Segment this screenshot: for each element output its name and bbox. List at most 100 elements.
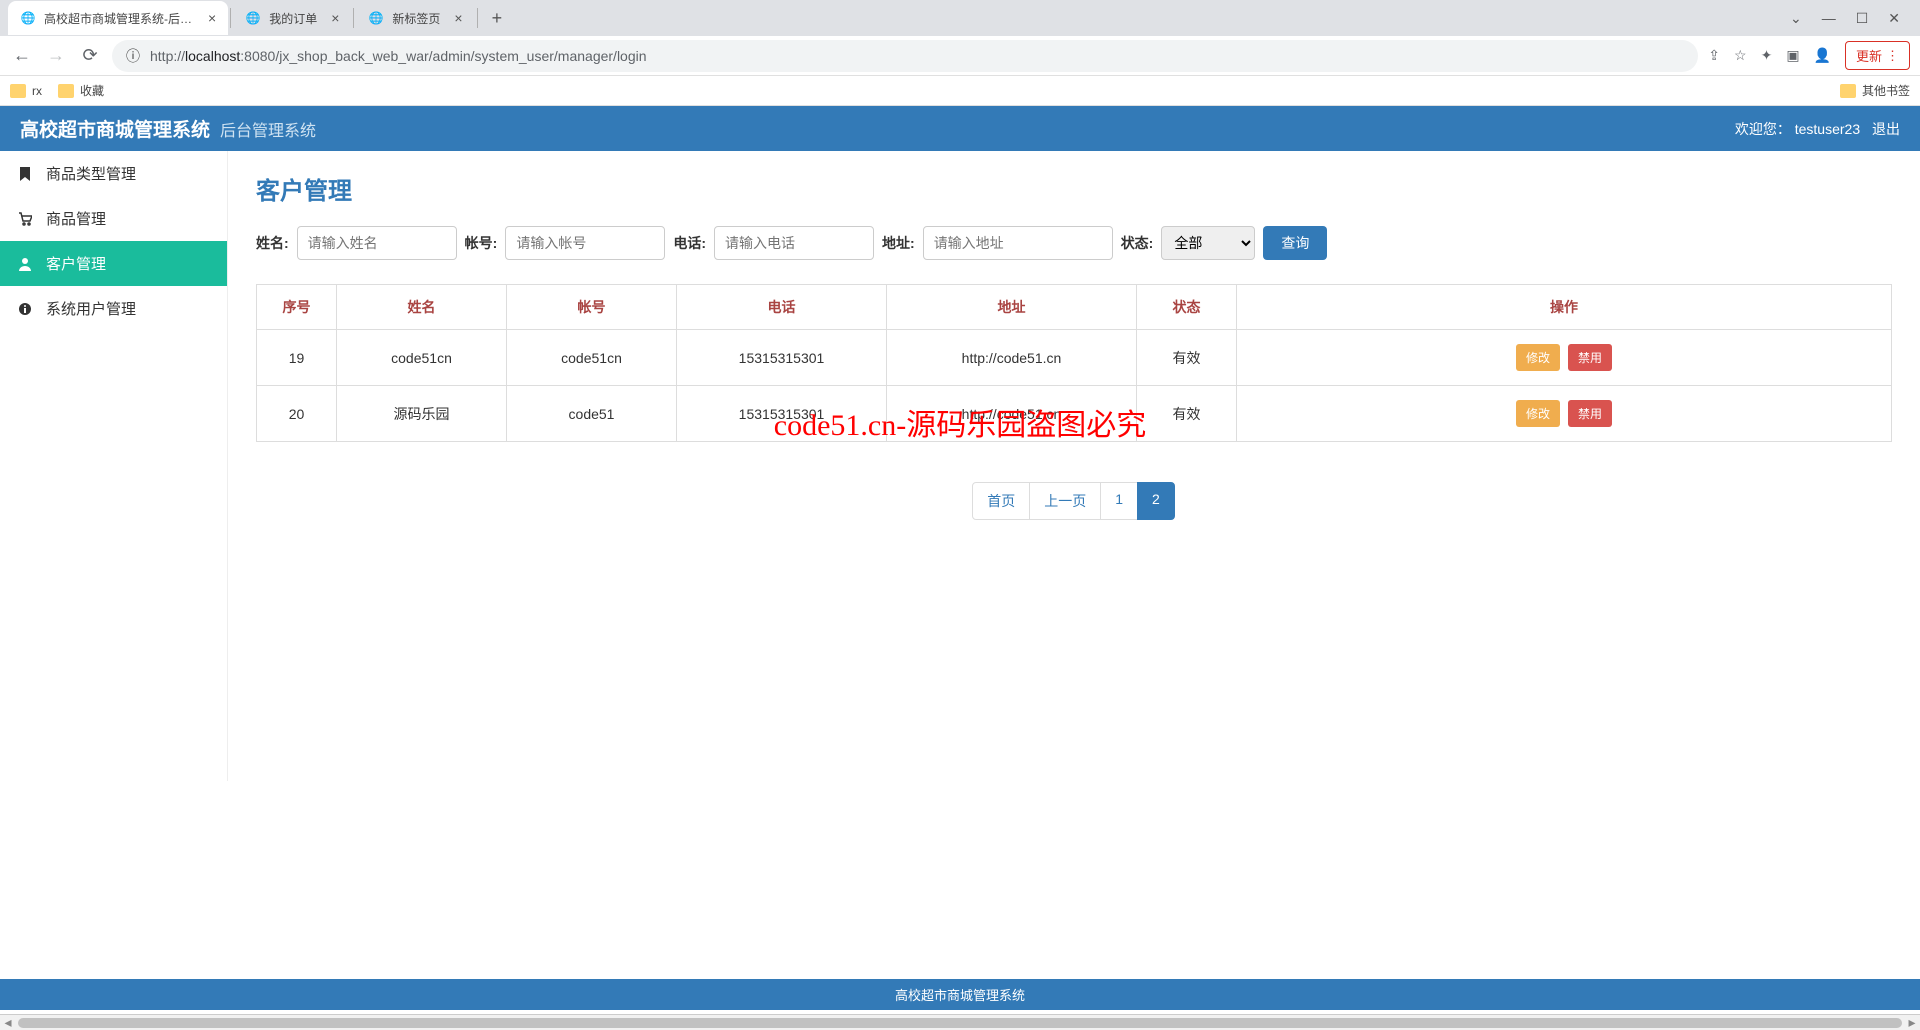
col-name: 姓名 (337, 285, 507, 330)
main-content: 客户管理 姓名: 帐号: 电话: 地址: 状态: 全部 查询 序号 姓名 帐号 (228, 151, 1920, 781)
col-status: 状态 (1137, 285, 1237, 330)
sidebar-item-label: 商品管理 (46, 208, 106, 229)
tab-title: 高校超市商城管理系统-后台管理 (44, 10, 194, 27)
app-subtitle: 后台管理系统 (220, 117, 316, 141)
folder-icon (58, 84, 74, 98)
browser-tab[interactable]: 🌐 新标签页 × (356, 1, 474, 35)
forward-icon[interactable]: → (44, 45, 68, 66)
other-bookmarks[interactable]: 其他书签 (1840, 82, 1910, 99)
app-title: 高校超市商城管理系统 (20, 115, 210, 142)
share-icon[interactable]: ⇪ (1708, 47, 1720, 64)
disable-button[interactable]: 禁用 (1568, 400, 1612, 427)
filter-account-label: 帐号: (465, 233, 498, 253)
browser-update-button[interactable]: 更新⋮ (1845, 41, 1910, 70)
sidebar-toggle-icon[interactable]: ▣ (1786, 47, 1799, 64)
info-icon[interactable]: ⓘ (126, 46, 140, 66)
globe-icon: 🌐 (20, 10, 36, 26)
toolbar-icons: ⇪ ☆ ✦ ▣ 👤 更新⋮ (1708, 41, 1910, 70)
user-icon (18, 257, 34, 271)
bookmark-bar: rx 收藏 其他书签 (0, 76, 1920, 106)
cell-name: 源码乐园 (337, 386, 507, 442)
filter-name-input[interactable] (297, 226, 457, 260)
cell-phone: 15315315301 (677, 386, 887, 442)
window-controls: ⌄ — ☐ ✕ (1790, 10, 1912, 27)
sidebar-item-customer[interactable]: 客户管理 (0, 241, 227, 286)
sidebar-item-label: 客户管理 (46, 253, 106, 274)
close-icon[interactable]: × (208, 10, 216, 26)
col-account: 帐号 (507, 285, 677, 330)
page-title: 客户管理 (256, 171, 1892, 206)
back-icon[interactable]: ← (10, 45, 34, 66)
table-row: 19 code51cn code51cn 15315315301 http://… (257, 330, 1892, 386)
footer: 高校超市商城管理系统 (0, 979, 1920, 1010)
filter-phone-input[interactable] (714, 226, 874, 260)
bookmark-icon (18, 167, 34, 181)
page-number[interactable]: 1 (1100, 482, 1138, 520)
col-address: 地址 (887, 285, 1137, 330)
filter-status-label: 状态: (1121, 233, 1154, 253)
cell-name: code51cn (337, 330, 507, 386)
bookmark-item[interactable]: 收藏 (58, 82, 104, 99)
browser-chrome: 🌐 高校超市商城管理系统-后台管理 × 🌐 我的订单 × 🌐 新标签页 × + … (0, 0, 1920, 106)
sidebar-item-system-user[interactable]: 系统用户管理 (0, 286, 227, 331)
minimize-icon[interactable]: — (1822, 10, 1836, 27)
filter-address-label: 地址: (882, 233, 915, 253)
scroll-left-icon[interactable]: ◂ (0, 1015, 16, 1030)
cell-seq: 19 (257, 330, 337, 386)
reload-icon[interactable]: ⟳ (78, 45, 102, 66)
page-prev[interactable]: 上一页 (1029, 482, 1101, 520)
filter-bar: 姓名: 帐号: 电话: 地址: 状态: 全部 查询 (256, 226, 1892, 260)
globe-icon: 🌐 (368, 10, 384, 26)
window-dropdown-icon[interactable]: ⌄ (1790, 10, 1802, 27)
new-tab-button[interactable]: + (480, 8, 515, 29)
cell-account: code51 (507, 386, 677, 442)
main-layout: 商品类型管理 商品管理 客户管理 系统用户管理 客户管理 姓名: 帐号: 电话:… (0, 151, 1920, 781)
pagination: 首页 上一页 1 2 (256, 482, 1892, 520)
edit-button[interactable]: 修改 (1516, 400, 1560, 427)
profile-icon[interactable]: 👤 (1814, 47, 1831, 64)
cell-actions: 修改 禁用 (1237, 386, 1892, 442)
filter-address-input[interactable] (923, 226, 1113, 260)
cell-address: http://code51.cn (887, 386, 1137, 442)
scroll-thumb[interactable] (18, 1018, 1902, 1028)
url-input[interactable]: ⓘ http://localhost:8080/jx_shop_back_web… (112, 40, 1698, 72)
bookmark-item[interactable]: rx (10, 84, 42, 98)
sidebar-item-label: 系统用户管理 (46, 298, 136, 319)
filter-name-label: 姓名: (256, 233, 289, 253)
tab-bar: 🌐 高校超市商城管理系统-后台管理 × 🌐 我的订单 × 🌐 新标签页 × + … (0, 0, 1920, 36)
edit-button[interactable]: 修改 (1516, 344, 1560, 371)
search-button[interactable]: 查询 (1263, 226, 1327, 260)
cell-phone: 15315315301 (677, 330, 887, 386)
username: testuser23 (1795, 121, 1860, 137)
extensions-icon[interactable]: ✦ (1761, 47, 1773, 64)
page-number-active[interactable]: 2 (1137, 482, 1175, 520)
folder-icon (10, 84, 26, 98)
close-icon[interactable]: × (454, 10, 462, 26)
scroll-right-icon[interactable]: ▸ (1904, 1015, 1920, 1030)
disable-button[interactable]: 禁用 (1568, 344, 1612, 371)
filter-status-select[interactable]: 全部 (1161, 226, 1255, 260)
sidebar-item-product-type[interactable]: 商品类型管理 (0, 151, 227, 196)
globe-icon: 🌐 (245, 10, 261, 26)
cell-status: 有效 (1137, 330, 1237, 386)
col-seq: 序号 (257, 285, 337, 330)
star-icon[interactable]: ☆ (1734, 47, 1747, 64)
col-phone: 电话 (677, 285, 887, 330)
cell-address: http://code51.cn (887, 330, 1137, 386)
cell-seq: 20 (257, 386, 337, 442)
browser-tab-active[interactable]: 🌐 高校超市商城管理系统-后台管理 × (8, 1, 228, 35)
maximize-icon[interactable]: ☐ (1856, 10, 1869, 27)
cell-account: code51cn (507, 330, 677, 386)
filter-account-input[interactable] (505, 226, 665, 260)
sidebar-item-product[interactable]: 商品管理 (0, 196, 227, 241)
customer-table: 序号 姓名 帐号 电话 地址 状态 操作 19 code51cn code51c… (256, 284, 1892, 442)
close-window-icon[interactable]: ✕ (1888, 10, 1900, 27)
close-icon[interactable]: × (331, 10, 339, 26)
horizontal-scrollbar[interactable]: ◂ ▸ (0, 1014, 1920, 1030)
col-actions: 操作 (1237, 285, 1892, 330)
browser-tab[interactable]: 🌐 我的订单 × (233, 1, 351, 35)
info-circle-icon (18, 302, 34, 316)
page-first[interactable]: 首页 (972, 482, 1030, 520)
tab-title: 我的订单 (269, 10, 317, 27)
logout-link[interactable]: 退出 (1872, 121, 1900, 137)
